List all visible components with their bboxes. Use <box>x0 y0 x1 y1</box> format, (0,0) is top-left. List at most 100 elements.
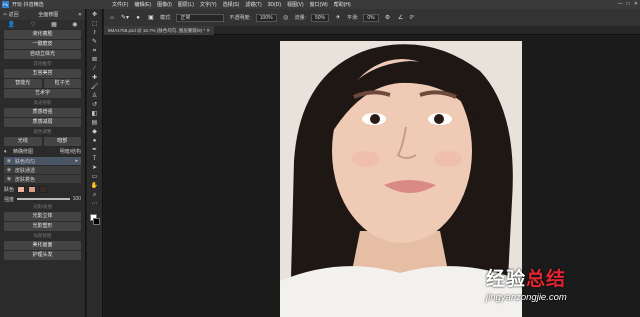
hand-tool-icon[interactable]: ✋ <box>89 182 101 191</box>
more-tools-icon[interactable]: ⋯ <box>89 200 101 209</box>
menu-item[interactable]: 图层(L) <box>178 1 194 8</box>
layer-item[interactable]: ◉ 皮肤通透 <box>4 166 81 174</box>
gradient-tool-icon[interactable]: ▤ <box>89 119 101 128</box>
mode-select[interactable]: 正常 <box>176 13 225 22</box>
close-window-button[interactable]: ✕ <box>634 1 638 7</box>
crop-tool-icon[interactable]: ⌗ <box>89 47 101 56</box>
smart-light-button[interactable]: 智能光 <box>4 79 42 88</box>
home-icon[interactable]: ⌂ <box>108 15 116 21</box>
skin-swatch[interactable] <box>17 186 26 193</box>
strength-slider[interactable]: 强度 100 <box>0 195 85 203</box>
brush-preset-icon[interactable]: ✎▾ <box>121 14 129 21</box>
brush-size-icon[interactable]: ● <box>134 15 142 21</box>
menu-item[interactable]: 选择(S) <box>223 1 240 8</box>
visibility-icon[interactable]: ◉ <box>6 167 12 173</box>
menu-item[interactable]: 帮助(H) <box>334 1 351 8</box>
layer-item[interactable]: ◉ 肤色均匀 ▸ <box>4 157 81 165</box>
menu-item[interactable]: 视图(V) <box>287 1 304 8</box>
heart-icon[interactable]: ♡ <box>30 21 35 28</box>
features-beauty-button[interactable]: 五官美容 <box>4 69 81 78</box>
healing-brush-icon[interactable]: ✚ <box>89 74 101 83</box>
layer-item[interactable]: ◉ 皮肤着色 <box>4 175 81 183</box>
quick-select-icon[interactable]: ✎ <box>89 38 101 47</box>
slider-track[interactable] <box>17 198 70 200</box>
lasso-tool-icon[interactable]: ℓ <box>89 29 101 38</box>
opacity-field[interactable]: 100% <box>255 13 277 22</box>
path-select-icon[interactable]: ➤ <box>89 164 101 173</box>
visibility-icon[interactable]: ◉ <box>6 176 12 182</box>
liquify-button[interactable]: 液化瘦脸 <box>4 30 81 39</box>
zoom-tool-icon[interactable]: ⌕ <box>89 191 101 200</box>
dark-button[interactable]: 暗部 <box>43 137 81 146</box>
slider-value: 100 <box>72 196 81 202</box>
light-shape-button[interactable]: 光影塑形 <box>4 222 81 231</box>
blur-tool-icon[interactable]: ◆ <box>89 128 101 137</box>
skin-swatch[interactable] <box>39 186 48 193</box>
eye-icon[interactable]: ◉ <box>72 21 77 28</box>
panel-title: 全面修图 <box>38 12 59 18</box>
color-swatches[interactable] <box>89 213 101 227</box>
light-button[interactable]: 光线 <box>4 137 42 146</box>
menu-item[interactable]: 滤镜(T) <box>245 1 261 8</box>
flow-field[interactable]: 50% <box>310 13 329 22</box>
texture-enhance-button[interactable]: 质感增强 <box>4 108 81 117</box>
grid-icon[interactable]: ▦ <box>51 21 57 28</box>
app-logo-icon: Ps <box>2 1 9 8</box>
dodge-tool-icon[interactable]: ● <box>89 137 101 146</box>
menu-item[interactable]: 图像(I) <box>157 1 172 8</box>
marquee-tool-icon[interactable]: ⬚ <box>89 20 101 29</box>
frame-tool-icon[interactable]: ⊠ <box>89 56 101 65</box>
pressure-opacity-icon[interactable]: ◎ <box>282 14 290 21</box>
section-label: 高光阴影 <box>33 100 52 105</box>
panel-tabs: 👤 ♡ ▦ ◉ <box>0 20 85 29</box>
eyedropper-icon[interactable]: ⁄ <box>89 65 101 74</box>
panel-close-button[interactable]: ✕ <box>78 12 82 18</box>
menu-item[interactable]: 窗口(W) <box>310 1 328 8</box>
shape-tool-icon[interactable]: ▭ <box>89 173 101 182</box>
move-tool-icon[interactable]: ✥ <box>89 11 101 20</box>
menu-item[interactable]: 3D(D) <box>268 2 281 8</box>
angle-value[interactable]: 0° <box>410 15 415 21</box>
menu-item[interactable]: 文字(Y) <box>200 1 217 8</box>
eraser-icon[interactable]: ◧ <box>89 110 101 119</box>
retouch-panel: ⇦ 返回 全面修图 ✕ 👤 ♡ ▦ ◉ 液化瘦脸 一键磨皮 自动立体光 其他推荐… <box>0 9 86 317</box>
watermark-url: jingyanzongjie.com <box>486 292 567 303</box>
auto-3d-light-button[interactable]: 自动立体光 <box>4 50 81 59</box>
brush-tool-icon[interactable]: 🖌 <box>89 83 101 92</box>
type-tool-icon[interactable]: T <box>89 155 101 164</box>
minimize-button[interactable]: — <box>618 1 623 7</box>
art-text-button[interactable]: 艺术字 <box>4 89 81 98</box>
back-button[interactable]: ⇦ 返回 <box>3 11 19 18</box>
skin-swatches: 肤色 <box>0 184 85 195</box>
menu-bar: 文件(F) 编辑(E) 图像(I) 图层(L) 文字(Y) 选择(S) 滤镜(T) 3D(D)… <box>112 0 351 9</box>
button-pair: 光线 暗部 <box>4 137 81 146</box>
gear-icon[interactable]: ⚙ <box>384 14 392 21</box>
pen-tool-icon[interactable]: ✒ <box>89 146 101 155</box>
smoothing-field[interactable]: 0% <box>363 13 379 22</box>
arrow-left-icon: ⇦ <box>3 12 8 18</box>
particle-light-button[interactable]: 粒子光 <box>43 79 81 88</box>
hair-care-button[interactable]: 护理头发 <box>4 251 81 260</box>
beautify-button[interactable]: 美化画面 <box>4 241 81 250</box>
brush-panel-icon[interactable]: ▣ <box>147 14 155 21</box>
menu-item[interactable]: 文件(F) <box>112 1 128 8</box>
tools-panel: ✥ ⬚ ℓ ✎ ⌗ ⊠ ⁄ ✚ 🖌 ♙ ↺ ◧ ▤ ◆ ● ✒ T ➤ ▭ ✋ ⌕ ⋯ <box>87 9 103 317</box>
angle-icon: ∠ <box>397 15 404 21</box>
smooth-skin-button[interactable]: 一键磨皮 <box>4 40 81 49</box>
person-icon[interactable]: 👤 <box>8 21 15 28</box>
maximize-button[interactable]: □ <box>627 1 630 7</box>
background-color[interactable] <box>92 218 100 225</box>
visibility-icon[interactable]: ◉ <box>6 158 12 164</box>
options-bar: ⌂ ✎▾ ● ▣ 模式: 正常 不透明度: 100% ◎ 流量: 50% ✈ 平… <box>104 9 640 26</box>
section-label: 光影/质感 <box>32 204 53 209</box>
precise-retouch-row[interactable]: ▾ 精确修图 明暗/结构 <box>0 147 85 156</box>
cursor-icon: ▸ <box>75 158 78 164</box>
clone-stamp-icon[interactable]: ♙ <box>89 92 101 101</box>
texture-reduce-button[interactable]: 质感减弱 <box>4 118 81 127</box>
airbrush-icon[interactable]: ✈ <box>334 14 342 21</box>
history-brush-icon[interactable]: ↺ <box>89 101 101 110</box>
document-tab[interactable]: 8MA1768.psd @ 16.7% (肤色均匀, 图层蒙版/8) * ✕ <box>104 26 215 35</box>
menu-item[interactable]: 编辑(E) <box>134 1 151 8</box>
light-3d-button[interactable]: 光影立体 <box>4 212 81 221</box>
skin-swatch[interactable] <box>28 186 37 193</box>
